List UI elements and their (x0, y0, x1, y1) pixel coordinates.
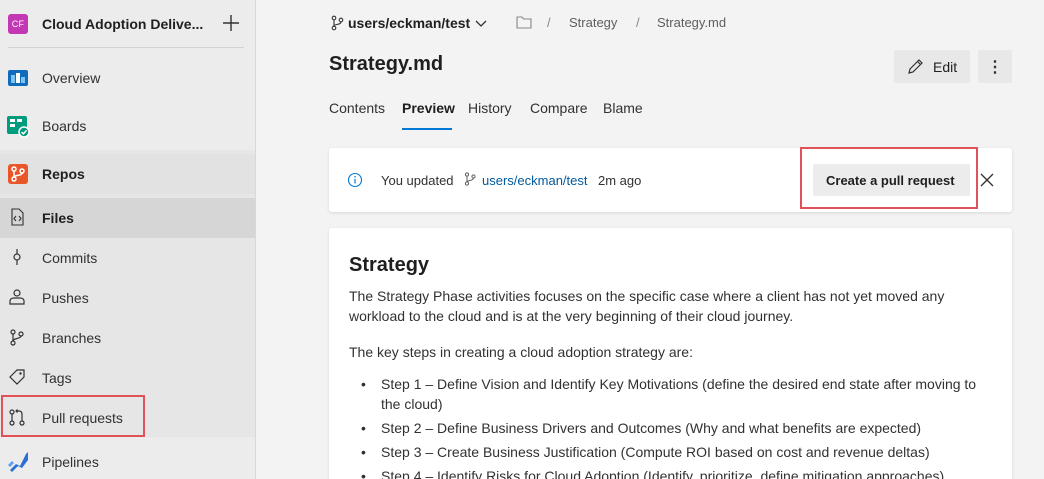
sidebar-item-label: Commits (42, 250, 98, 266)
banner-timestamp: 2m ago (598, 173, 642, 188)
breadcrumb-separator: / (636, 15, 640, 30)
tab-preview[interactable]: Preview (402, 100, 455, 116)
branch-link[interactable]: users/eckman/test (482, 173, 588, 188)
edit-button[interactable]: Edit (894, 50, 970, 83)
close-icon[interactable] (979, 172, 995, 188)
sidebar-item-label: Tags (42, 370, 72, 386)
chevron-down-icon[interactable] (474, 16, 488, 30)
highlight-box (1, 395, 145, 437)
list-item: Step 3 – Create Business Justification (… (349, 442, 999, 462)
boards-icon (7, 116, 30, 138)
tab-compare[interactable]: Compare (530, 100, 588, 116)
commit-icon (13, 249, 21, 265)
divider (8, 47, 244, 48)
sidebar-item-overview[interactable]: Overview (0, 58, 255, 98)
main-content: users/eckman/test / Strategy / Strategy.… (256, 0, 1044, 479)
sidebar-item-label: Pipelines (42, 454, 99, 470)
project-avatar: CF (8, 14, 28, 34)
tag-icon (9, 369, 25, 385)
overview-icon (8, 70, 28, 86)
document-paragraph: The Strategy Phase activities focuses on… (349, 288, 945, 324)
info-icon (347, 172, 363, 188)
file-code-icon (11, 208, 24, 226)
sidebar-item-label: Files (42, 210, 74, 226)
branch-icon (464, 172, 476, 186)
tab-blame[interactable]: Blame (603, 100, 643, 116)
more-actions-button[interactable]: ⋮ (978, 50, 1012, 83)
sidebar-item-repos[interactable]: Repos (0, 154, 255, 194)
sidebar-item-label: Boards (42, 118, 87, 134)
more-icon: ⋮ (987, 59, 1003, 76)
sidebar: CF Cloud Adoption Delive... Overview Boa… (0, 0, 256, 479)
sidebar-item-branches[interactable]: Branches (0, 318, 255, 358)
banner-text: You updated (381, 173, 454, 188)
document-paragraph: The key steps in creating a cloud adopti… (349, 344, 693, 360)
markdown-preview: Strategy The Strategy Phase activities f… (329, 228, 1012, 479)
steps-list: Step 1 – Define Vision and Identify Key … (349, 374, 999, 479)
list-item: Step 4 – Identify Risks for Cloud Adopti… (349, 466, 999, 479)
sidebar-item-commits[interactable]: Commits (0, 238, 255, 278)
page-title: Strategy.md (329, 53, 444, 75)
repos-icon (8, 164, 28, 184)
list-item: Step 1 – Define Vision and Identify Key … (349, 374, 999, 414)
sidebar-item-label: Overview (42, 70, 101, 86)
sidebar-item-pipelines[interactable]: Pipelines (0, 442, 255, 479)
list-item: Step 2 – Define Business Drivers and Out… (349, 418, 999, 438)
sidebar-item-boards[interactable]: Boards (0, 106, 255, 146)
sidebar-item-label: Branches (42, 330, 102, 346)
document-heading: Strategy (349, 254, 430, 276)
sidebar-item-label: Repos (42, 166, 85, 182)
project-header[interactable]: CF Cloud Adoption Delive... (0, 0, 256, 50)
sidebar-item-pushes[interactable]: Pushes (0, 278, 255, 318)
push-icon (9, 289, 25, 305)
active-tab-indicator (402, 128, 452, 130)
project-name[interactable]: Cloud Adoption Delive... (42, 16, 214, 32)
branch-selector[interactable]: users/eckman/test (348, 15, 470, 31)
edit-button-label: Edit (933, 59, 958, 75)
tab-contents[interactable]: Contents (329, 100, 385, 116)
breadcrumb-file[interactable]: Strategy.md (657, 15, 726, 30)
sidebar-item-files[interactable]: Files (0, 198, 255, 238)
sidebar-item-label: Pushes (42, 290, 89, 306)
breadcrumb-separator: / (547, 15, 551, 30)
pipelines-icon (8, 452, 28, 472)
add-icon[interactable] (220, 12, 242, 34)
highlight-box (800, 147, 978, 209)
folder-icon[interactable] (516, 15, 532, 29)
tab-history[interactable]: History (468, 100, 512, 116)
branch-icon[interactable] (330, 15, 344, 31)
pencil-icon (908, 59, 923, 74)
branch-icon (10, 329, 24, 346)
sidebar-item-tags[interactable]: Tags (0, 358, 255, 398)
breadcrumb-folder[interactable]: Strategy (569, 15, 617, 30)
